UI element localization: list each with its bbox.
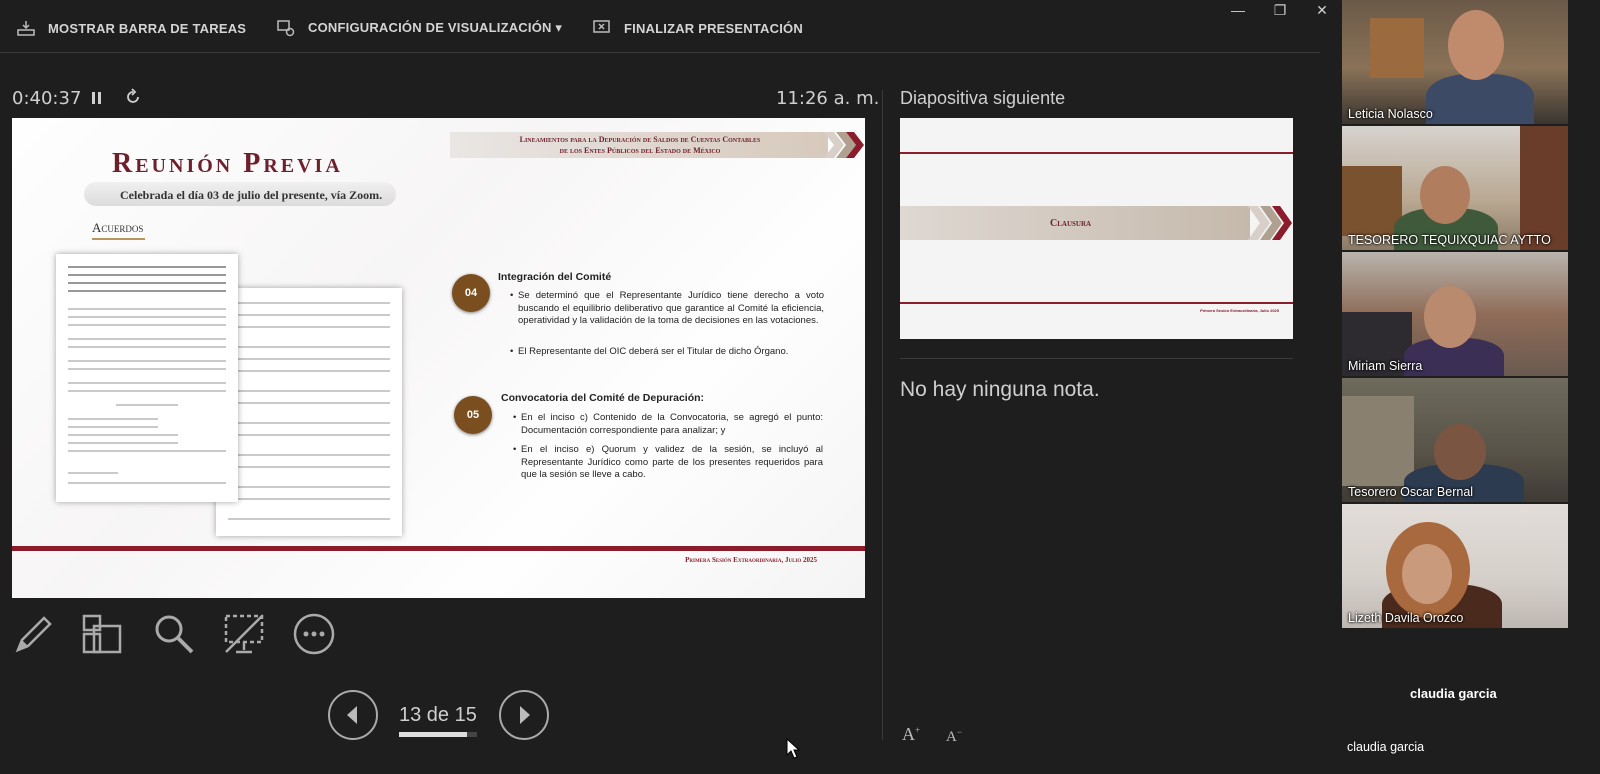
black-screen-icon[interactable] — [222, 612, 266, 656]
see-all-slides-icon[interactable] — [80, 612, 124, 656]
reset-timer-icon[interactable] — [124, 88, 142, 106]
toolbar-divider — [0, 52, 1320, 53]
mouse-cursor-icon — [786, 738, 800, 759]
current-time: 11:26 a. m. — [776, 88, 880, 109]
item-bullet: El Representante del OIC deberá ser el T… — [510, 346, 824, 359]
current-slide[interactable]: Reunión Previa Celebrada el día 03 de ju… — [12, 118, 865, 598]
item-title: Integración del Comité — [498, 271, 612, 283]
slide-bottom-rule — [12, 546, 865, 551]
end-presentation-icon — [593, 20, 610, 33]
slide-subtitle: Celebrada el día 03 de julio del present… — [120, 188, 383, 202]
taskbar-icon — [17, 21, 35, 36]
video-background-shelf — [1342, 396, 1414, 486]
participant-tile[interactable]: Tesorero Oscar Bernal — [1342, 378, 1568, 502]
slide-footer: Primera Sesión Extraordinaria, Julio 202… — [685, 556, 817, 564]
participant-face — [1402, 544, 1452, 604]
show-taskbar-button[interactable]: MOSTRAR BARRA DE TAREAS — [16, 18, 246, 38]
item-bullet: En el inciso e) Quorum y validez de la s… — [513, 444, 823, 482]
next-slide-preview[interactable]: Clausura Primera Sesión Extraordinaria, … — [900, 118, 1293, 339]
slide-banner-text: Lineamientos para la Depuración de Saldo… — [460, 134, 820, 156]
previous-slide-button[interactable] — [328, 690, 378, 740]
display-settings-button[interactable]: CONFIGURACIÓN DE VISUALIZACIÓN ▾ — [276, 18, 562, 38]
display-settings-label: CONFIGURACIÓN DE VISUALIZACIÓN ▾ — [308, 20, 563, 35]
display-settings-icon — [277, 20, 295, 37]
video-background-door — [1520, 126, 1568, 250]
chevron-left-icon — [347, 706, 357, 724]
next-slide-label: Diapositiva siguiente — [900, 88, 1066, 108]
slide-counter[interactable]: 13 de 15 — [399, 704, 477, 727]
participant-name: Leticia Nolasco — [1348, 107, 1433, 121]
participant-video — [1426, 74, 1534, 124]
next-slide-bottom-rule — [900, 302, 1293, 304]
video-background-shelf — [1370, 18, 1424, 78]
speaker-notes[interactable]: No hay ninguna nota. — [900, 378, 1100, 402]
item-number-badge: 05 — [454, 396, 492, 434]
slide-section-heading: Acuerdos — [92, 220, 146, 240]
item-bullet: En el inciso c) Contenido de la Convocat… — [513, 412, 823, 437]
audio-participant-name: claudia garcia — [1347, 740, 1425, 754]
slide-progress-bar — [399, 732, 477, 737]
minimize-button[interactable]: — — [1224, 0, 1252, 20]
participant-tile[interactable]: Lizeth Davila Orozco — [1342, 504, 1568, 628]
participant-tile[interactable]: TESORERO TEQUIXQUIAC AYTTO — [1342, 126, 1568, 250]
participant-name: TESORERO TEQUIXQUIAC AYTTO — [1348, 233, 1551, 247]
slide-progress-fill — [399, 732, 467, 737]
next-slide-top-rule — [900, 152, 1293, 154]
item-bullet: Se determinó que el Representante Jurídi… — [510, 290, 824, 328]
next-slide-button[interactable] — [499, 690, 549, 740]
participant-tile[interactable]: Leticia Nolasco — [1342, 0, 1568, 124]
item-number-badge: 04 — [452, 274, 490, 312]
banner-line-1: Lineamientos para la Depuración de Saldo… — [519, 135, 761, 144]
slide-title: Reunión Previa — [112, 148, 343, 179]
participant-name: Tesorero Oscar Bernal — [1348, 485, 1474, 499]
document-thumbnail-front — [56, 254, 238, 502]
chevron-arrows-icon — [1248, 206, 1292, 240]
elapsed-timer: 0:40:37 — [12, 88, 82, 109]
participant-name: Lizeth Davila Orozco — [1348, 611, 1464, 625]
chevron-right-icon — [520, 706, 530, 724]
presenter-toolbar: MOSTRAR BARRA DE TAREAS CONFIGURACIÓN DE… — [0, 0, 1340, 56]
participant-tile[interactable]: Miriam Sierra — [1342, 252, 1568, 376]
restore-button[interactable]: ❐ — [1266, 0, 1294, 20]
participant-name: Miriam Sierra — [1348, 359, 1423, 373]
audio-participant-display[interactable]: claudia garcia — [1410, 686, 1497, 701]
avatar — [1424, 286, 1476, 348]
participant-panel: Leticia Nolasco TESORERO TEQUIXQUIAC AYT… — [1342, 0, 1600, 774]
increase-font-button[interactable]: A+ — [902, 724, 920, 745]
next-slide-footer: Primera Sesión Extraordinaria, Julio 202… — [1200, 308, 1279, 313]
zoom-icon[interactable] — [152, 612, 196, 656]
next-slide-title: Clausura — [1050, 218, 1092, 229]
avatar — [1434, 424, 1486, 480]
decrease-font-button[interactable]: A− — [946, 727, 962, 746]
avatar — [1420, 166, 1470, 224]
document-thumbnail-back — [216, 288, 402, 536]
notes-divider — [900, 358, 1293, 359]
chevron-arrows-icon — [824, 132, 864, 158]
banner-line-2: de los Entes Públicos del Estado de Méxi… — [559, 146, 721, 155]
avatar — [1448, 10, 1504, 80]
end-presentation-label: FINALIZAR PRESENTACIÓN — [624, 20, 803, 36]
item-title: Convocatoria del Comité de Depuración: — [501, 392, 705, 404]
close-button[interactable]: ✕ — [1308, 0, 1336, 20]
show-taskbar-label: MOSTRAR BARRA DE TAREAS — [48, 20, 247, 36]
video-background-shelf — [1342, 166, 1402, 236]
pane-divider[interactable] — [882, 90, 883, 740]
end-presentation-button[interactable]: FINALIZAR PRESENTACIÓN — [592, 18, 803, 38]
more-options-icon[interactable] — [292, 612, 336, 656]
pen-icon[interactable] — [12, 612, 56, 656]
pause-icon[interactable] — [90, 90, 104, 106]
